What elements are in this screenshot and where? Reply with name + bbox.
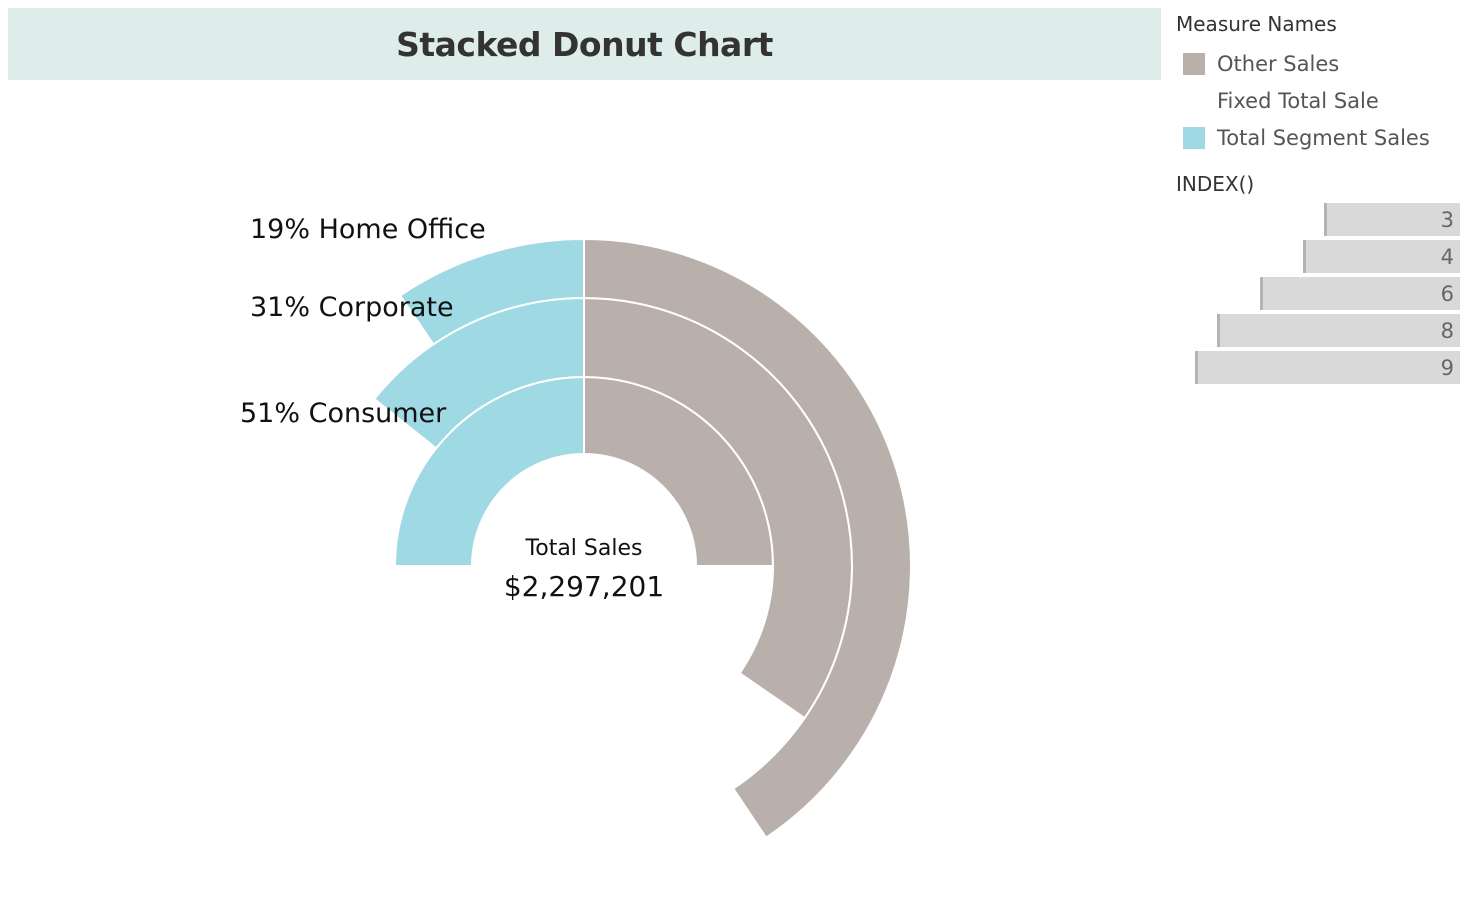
- index-bar[interactable]: 6: [1260, 277, 1460, 310]
- measure-names-legend: Measure Names Other Sales Fixed Total Sa…: [1176, 12, 1466, 156]
- legend-item-total-segment-sales[interactable]: Total Segment Sales: [1176, 119, 1466, 156]
- center-value: $2,297,201: [504, 570, 664, 603]
- index-bar[interactable]: 3: [1324, 203, 1460, 236]
- segment-label-home-office: 19% Home Office: [250, 214, 486, 245]
- index-value: 3: [1440, 207, 1454, 232]
- index-row[interactable]: 6: [1176, 277, 1466, 310]
- index-row[interactable]: 3: [1176, 203, 1466, 236]
- legend-swatch: [1183, 126, 1205, 149]
- center-title: Total Sales: [525, 536, 643, 561]
- index-bar[interactable]: 9: [1195, 351, 1460, 384]
- index-filter: INDEX() 3 4 6 8 9: [1176, 172, 1466, 388]
- segment-label-consumer: 51% Consumer: [240, 398, 447, 429]
- title-bar: Stacked Donut Chart: [8, 8, 1161, 80]
- index-value: 8: [1440, 318, 1454, 343]
- index-bar[interactable]: 4: [1303, 240, 1460, 273]
- index-value: 9: [1440, 355, 1454, 380]
- stacked-donut-chart: 51% Consumer 31% Corporate 19% Home Office…: [240, 214, 912, 839]
- legend-item-other-sales[interactable]: Other Sales: [1176, 45, 1466, 82]
- index-row[interactable]: 8: [1176, 314, 1466, 347]
- legend-label: Fixed Total Sale: [1217, 88, 1379, 113]
- legend-swatch: [1183, 52, 1205, 75]
- legend-label: Other Sales: [1217, 51, 1340, 76]
- index-title: INDEX(): [1176, 172, 1255, 196]
- segment-label-corporate: 31% Corporate: [250, 292, 454, 323]
- index-value: 6: [1440, 281, 1454, 306]
- legend-label: Total Segment Sales: [1217, 125, 1430, 150]
- index-value: 4: [1440, 244, 1454, 269]
- index-row[interactable]: 9: [1176, 351, 1466, 384]
- index-row[interactable]: 4: [1176, 240, 1466, 273]
- legend-swatch: [1183, 90, 1205, 112]
- legend-item-fixed-total-sale[interactable]: Fixed Total Sale: [1176, 82, 1466, 119]
- index-bar[interactable]: 8: [1217, 314, 1460, 347]
- legend-title: Measure Names: [1176, 12, 1337, 36]
- page-title: Stacked Donut Chart: [396, 24, 773, 64]
- donut-rings: [372, 237, 912, 839]
